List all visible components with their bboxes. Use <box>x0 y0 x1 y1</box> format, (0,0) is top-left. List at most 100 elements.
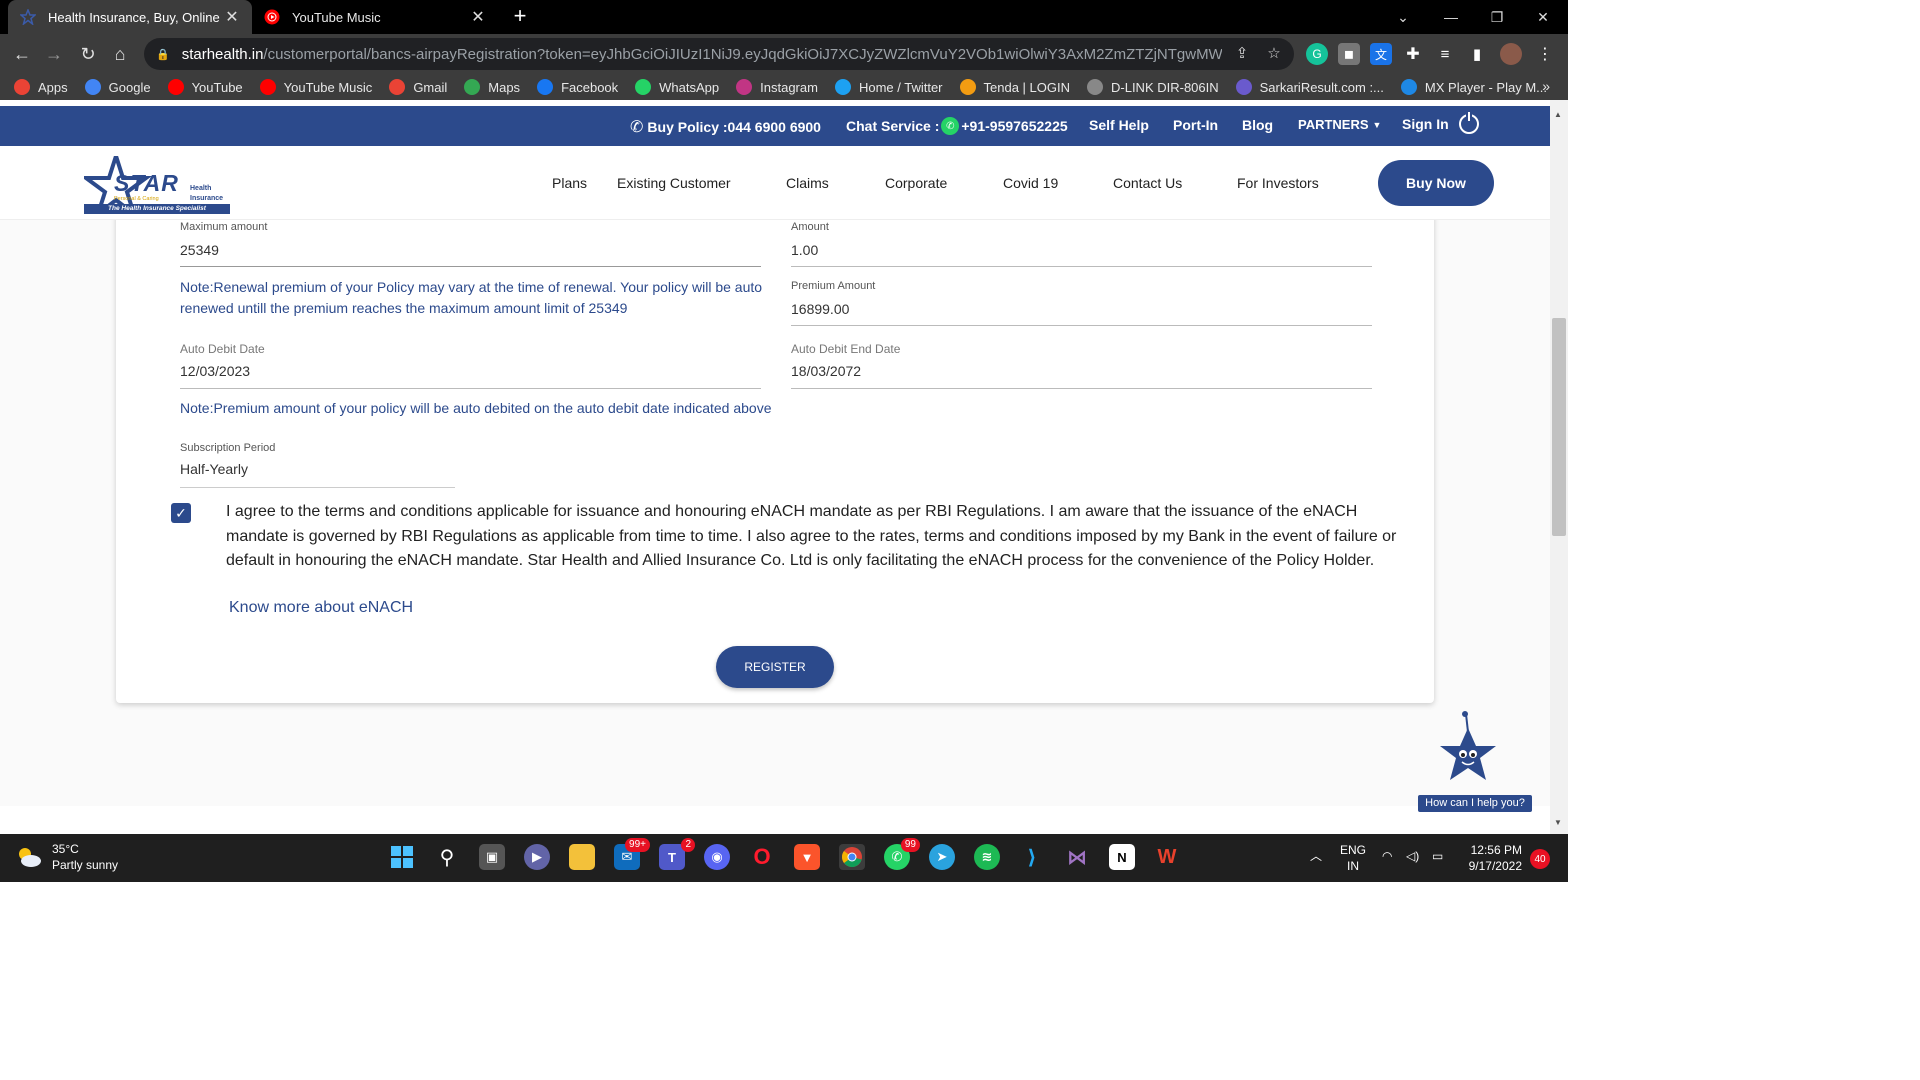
nav-contact-us[interactable]: Contact Us <box>1113 175 1182 191</box>
page-scrollbar[interactable]: ▲ ▼ <box>1550 100 1568 834</box>
language-indicator[interactable]: ENG IN <box>1340 842 1366 874</box>
port-in-link[interactable]: Port-In <box>1173 117 1218 133</box>
self-help-link[interactable]: Self Help <box>1089 117 1149 133</box>
whatsapp-taskbar-icon[interactable]: ✆ 99 <box>884 838 920 870</box>
grammarly-icon[interactable]: G <box>1306 43 1328 65</box>
minimize-button[interactable]: — <box>1428 0 1474 34</box>
chrome-icon[interactable] <box>839 844 865 870</box>
youtube-icon <box>167 79 184 95</box>
tray-overflow-icon[interactable]: ︿ <box>1310 848 1322 864</box>
bookmark-item[interactable]: Apps <box>14 79 68 95</box>
extensions-puzzle-icon[interactable]: ✚ <box>1402 43 1424 65</box>
scroll-down-icon[interactable]: ▼ <box>1554 818 1562 827</box>
side-panel-icon[interactable]: ▮ <box>1466 43 1488 65</box>
windows-start-icon[interactable] <box>389 844 415 870</box>
translate-icon[interactable]: 文 <box>1370 43 1392 65</box>
know-more-enach-link[interactable]: Know more about eNACH <box>229 599 413 617</box>
bookmark-item[interactable]: WhatsApp <box>635 79 719 95</box>
opera-icon[interactable]: O <box>749 844 775 870</box>
address-bar[interactable]: 🔒 starhealth.in/customerportal/bancs-air… <box>144 38 1294 70</box>
bookmarks-overflow-icon[interactable]: » <box>1542 78 1550 94</box>
restore-button[interactable]: ❐ <box>1474 0 1520 34</box>
close-tab-icon[interactable]: ✕ <box>468 7 488 27</box>
wps-office-icon[interactable]: W <box>1154 844 1180 870</box>
battery-icon[interactable]: ▭ <box>1432 848 1443 864</box>
auto-debit-note: Note:Premium amount of your policy will … <box>180 400 772 416</box>
extension-icon[interactable]: ◼ <box>1338 43 1360 65</box>
tab-youtube-music[interactable]: YouTube Music ✕ <box>252 0 498 34</box>
partners-dropdown[interactable]: PARTNERS ▼ <box>1298 117 1381 132</box>
scroll-up-icon[interactable]: ▲ <box>1554 110 1562 119</box>
clock[interactable]: 12:56 PM 9/17/2022 <box>1464 842 1522 874</box>
menu-kebab-icon[interactable]: ⋮ <box>1534 43 1556 65</box>
bookmark-item[interactable]: YouTube Music <box>259 79 372 95</box>
nav-corporate[interactable]: Corporate <box>885 175 947 191</box>
buy-now-button[interactable]: Buy Now <box>1378 160 1494 206</box>
bookmark-item[interactable]: YouTube <box>167 79 243 95</box>
nav-for-investors[interactable]: For Investors <box>1237 175 1319 191</box>
chatbot-label[interactable]: How can I help you? <box>1418 795 1532 812</box>
register-button[interactable]: REGISTER <box>716 646 834 688</box>
star-health-logo[interactable]: STAR Health Insurance Personal & Caring … <box>79 149 230 220</box>
close-tab-icon[interactable]: ✕ <box>222 7 242 27</box>
tab-search-icon[interactable]: ⌄ <box>1380 0 1426 34</box>
bookmark-item[interactable]: Google <box>84 79 151 95</box>
search-icon[interactable]: ⚲ <box>434 844 460 870</box>
nav-plans[interactable]: Plans <box>552 175 587 191</box>
profile-avatar[interactable] <box>1500 43 1522 65</box>
telegram-icon[interactable]: ➤ <box>929 844 955 870</box>
back-arrow-icon[interactable]: ← <box>8 40 36 68</box>
nav-covid-19[interactable]: Covid 19 <box>1003 175 1058 191</box>
spotify-icon[interactable]: ≋ <box>974 844 1000 870</box>
notification-count-badge[interactable]: 40 <box>1530 849 1550 869</box>
reload-icon[interactable]: ↻ <box>74 40 102 68</box>
twitter-icon <box>834 79 851 95</box>
share-icon[interactable]: ⇪ <box>1232 44 1252 64</box>
bookmark-item[interactable]: Home / Twitter <box>834 79 943 95</box>
chatbot-star-mascot-icon[interactable] <box>1436 710 1500 790</box>
bookmark-item[interactable]: D-LINK DIR-806IN <box>1087 79 1219 95</box>
sign-in-link[interactable]: Sign In <box>1402 112 1479 134</box>
bookmark-item[interactable]: SarkariResult.com :... <box>1235 79 1384 95</box>
chat-icon[interactable]: ▶ <box>524 844 550 870</box>
bookmark-label: Tenda | LOGIN <box>983 79 1070 95</box>
vscode-icon[interactable]: ⟩ <box>1019 844 1045 870</box>
bookmark-star-icon[interactable]: ☆ <box>1264 44 1284 64</box>
bookmark-item[interactable]: Instagram <box>736 79 818 95</box>
bookmark-item[interactable]: Tenda | LOGIN <box>959 79 1070 95</box>
task-view-icon[interactable]: ▣ <box>479 844 505 870</box>
subscription-period-field: Subscription Period Half-Yearly <box>180 442 455 488</box>
nav-claims[interactable]: Claims <box>786 175 829 191</box>
buy-policy-link[interactable]: ✆ Buy Policy :044 6900 6900 <box>630 117 821 137</box>
scrollbar-thumb[interactable] <box>1552 318 1566 536</box>
maximum-amount-value: 25349 <box>180 242 219 258</box>
home-icon[interactable]: ⌂ <box>106 40 134 68</box>
renewal-note: Note:Renewal premium of your Policy may … <box>180 279 763 316</box>
brave-icon[interactable]: ▼ <box>794 844 820 870</box>
discord-icon[interactable]: ◉ <box>704 844 730 870</box>
tab-health-insurance[interactable]: Health Insurance, Buy, Online Ins ✕ <box>8 0 252 34</box>
volume-icon[interactable]: ◁) <box>1406 848 1419 864</box>
reading-list-icon[interactable]: ≡ <box>1434 43 1456 65</box>
nav-existing-customer[interactable]: Existing Customer <box>617 175 731 191</box>
agree-terms-checkbox[interactable]: ✓ <box>171 503 191 523</box>
whatsapp-icon: ✆ <box>941 117 960 135</box>
new-tab-button[interactable]: + <box>508 4 532 28</box>
chat-service-link[interactable]: Chat Service : ✆ +91-9597652225 <box>846 117 1068 135</box>
close-window-button[interactable]: ✕ <box>1520 0 1566 34</box>
teams-icon[interactable]: T2 <box>659 838 695 870</box>
mail-icon[interactable]: ✉ 99+ <box>614 838 650 870</box>
file-explorer-icon[interactable] <box>569 844 595 870</box>
bookmark-item[interactable]: Maps <box>464 79 520 95</box>
forward-arrow-icon[interactable]: → <box>40 40 68 68</box>
blog-link[interactable]: Blog <box>1242 117 1273 133</box>
wifi-icon[interactable]: ◠ <box>1382 848 1392 864</box>
weather-widget[interactable]: 35°C Partly sunny <box>16 841 118 873</box>
bookmark-item[interactable]: Facebook <box>537 79 618 95</box>
visual-studio-icon[interactable]: ⋈ <box>1064 844 1090 870</box>
site-nav: STAR Health Insurance Personal & Caring … <box>0 146 1550 220</box>
notion-icon[interactable]: N <box>1109 844 1135 870</box>
bookmark-item[interactable]: Gmail <box>389 79 447 95</box>
bookmark-item[interactable]: MX Player - Play M... <box>1400 79 1547 95</box>
apps-grid-icon <box>14 79 30 95</box>
